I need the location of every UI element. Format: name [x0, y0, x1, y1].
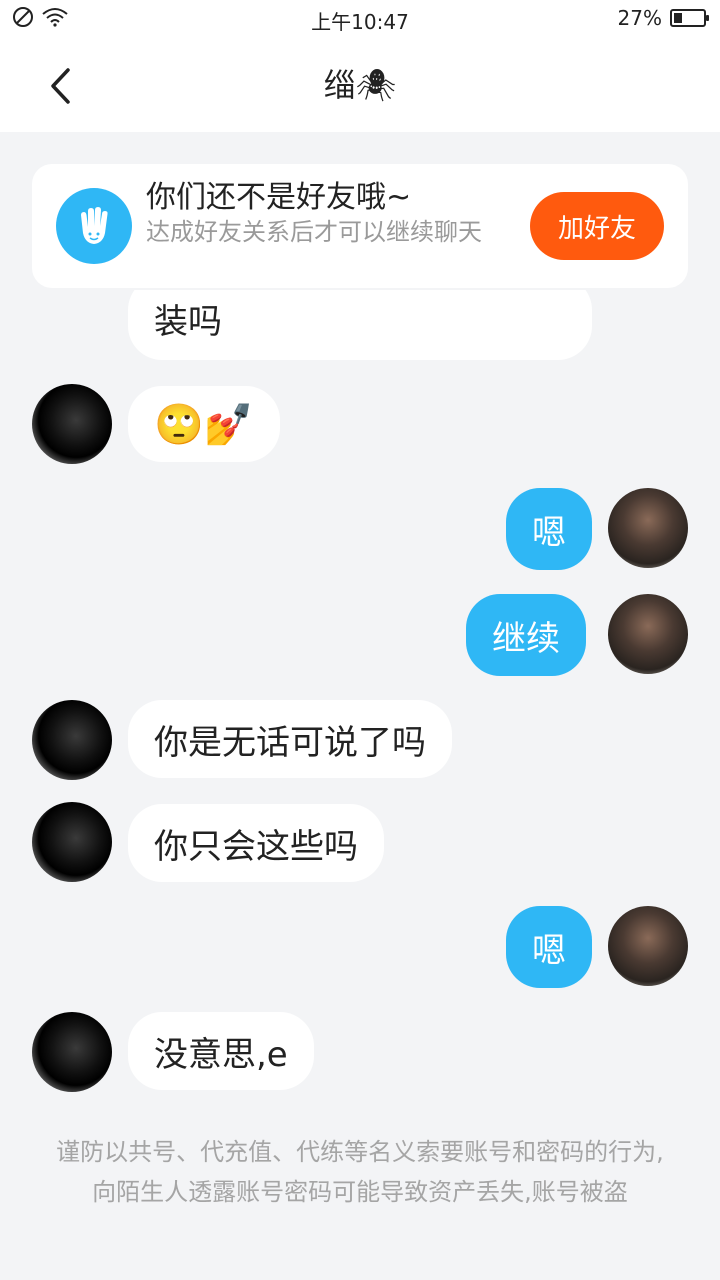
security-disclaimer: 谨防以共号、代充值、代练等名义索要账号和密码的行为,向陌生人透露账号密码可能导致…: [56, 1138, 664, 1206]
message-text: 嗯: [532, 930, 566, 971]
battery-percent: 27%: [617, 6, 662, 30]
message-text: 嗯: [532, 512, 566, 553]
status-bar: 上午10:47 27%: [0, 0, 720, 36]
avatar-other[interactable]: [32, 802, 112, 882]
message-text: 没意思,e: [154, 1034, 288, 1075]
avatar-other[interactable]: [32, 384, 112, 464]
message-bubble[interactable]: 继续: [466, 594, 586, 676]
message-text: 继续: [492, 618, 560, 659]
battery-fill: [674, 13, 682, 23]
friend-prompt-card: 你们还不是好友哦~ 达成好友关系后才可以继续聊天 加好友: [32, 164, 688, 288]
avatar-self[interactable]: [608, 488, 688, 568]
friend-prompt-title: 你们还不是好友哦~: [146, 180, 412, 215]
message-text: 装吗: [154, 301, 222, 342]
message-bubble[interactable]: 嗯: [506, 488, 592, 570]
avatar-other[interactable]: [32, 700, 112, 780]
battery-icon: [670, 9, 709, 27]
status-time: 上午10:47: [311, 10, 409, 34]
add-friend-button[interactable]: 加好友: [530, 192, 664, 260]
message-text: 你是无话可说了吗: [154, 722, 426, 763]
page-title: 缁🕷: [323, 66, 397, 104]
message-bubble[interactable]: 🙄💅: [128, 386, 280, 462]
friend-prompt-description: 达成好友关系后才可以继续聊天: [146, 218, 482, 246]
message-bubble[interactable]: 嗯: [506, 906, 592, 988]
nav-bar: 缁🕷: [0, 36, 720, 132]
message-text: 🙄💅: [154, 401, 254, 448]
chat-area[interactable]: 装吗 🙄💅 嗯 继续 你是无话可说了吗 你只会这些吗 嗯 没意思,e: [0, 290, 720, 1110]
message-bubble[interactable]: 你是无话可说了吗: [128, 700, 452, 778]
message-bubble[interactable]: 装吗: [128, 290, 592, 360]
avatar-self[interactable]: [608, 906, 688, 986]
hand-icon: [56, 188, 132, 264]
message-bubble[interactable]: 你只会这些吗: [128, 804, 384, 882]
message-bubble[interactable]: 没意思,e: [128, 1012, 314, 1090]
avatar-self[interactable]: [608, 594, 688, 674]
status-icons-right: 27%: [617, 6, 709, 30]
message-text: 你只会这些吗: [154, 826, 358, 867]
avatar-other[interactable]: [32, 1012, 112, 1092]
